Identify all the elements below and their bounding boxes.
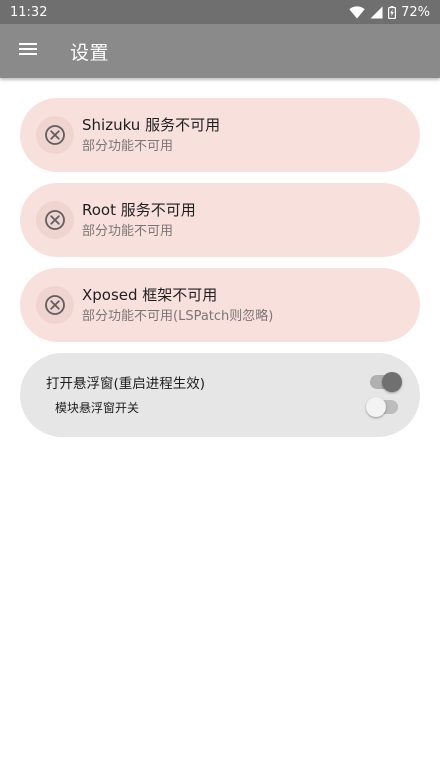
- battery-percent: 72%: [401, 4, 430, 20]
- floating-window-settings-card: 打开悬浮窗(重启进程生效) 模块悬浮窗开关: [20, 353, 420, 437]
- wifi-icon: [349, 5, 365, 19]
- status-icons: 72%: [349, 5, 430, 20]
- card-subtitle: 部分功能不可用: [82, 138, 174, 154]
- module-floating-switch[interactable]: [366, 396, 402, 418]
- card-subtitle: 部分功能不可用(LSPatch则忽略): [82, 308, 274, 324]
- error-circle-x-icon: [36, 201, 74, 239]
- menu-icon: [18, 41, 38, 61]
- module-floating-switch-row[interactable]: 模块悬浮窗开关: [55, 396, 402, 418]
- page-title: 设置: [70, 41, 110, 64]
- cell-signal-icon: [370, 6, 383, 19]
- status-bar: 11:32 72%: [0, 0, 440, 24]
- root-status-card[interactable]: Root 服务不可用 部分功能不可用: [20, 183, 420, 257]
- battery-icon: [388, 5, 397, 19]
- app-bar: 设置: [0, 24, 440, 78]
- error-circle-x-icon: [36, 286, 74, 324]
- error-circle-x-icon: [36, 116, 74, 154]
- switch-thumb: [366, 397, 386, 417]
- xposed-status-card[interactable]: Xposed 框架不可用 部分功能不可用(LSPatch则忽略): [20, 268, 420, 342]
- floating-window-row[interactable]: 打开悬浮窗(重启进程生效): [46, 370, 402, 394]
- settings-content: Shizuku 服务不可用 部分功能不可用 Root 服务不可用 部分功能不可用…: [20, 98, 420, 437]
- floating-window-label: 打开悬浮窗(重启进程生效): [46, 376, 206, 392]
- card-subtitle: 部分功能不可用: [82, 223, 174, 239]
- card-title: Shizuku 服务不可用: [82, 115, 221, 134]
- menu-button[interactable]: [0, 24, 56, 78]
- switch-thumb: [382, 372, 402, 392]
- shizuku-status-card[interactable]: Shizuku 服务不可用 部分功能不可用: [20, 98, 420, 172]
- floating-window-switch[interactable]: [366, 371, 402, 393]
- card-title: Xposed 框架不可用: [82, 285, 218, 304]
- module-floating-switch-label: 模块悬浮窗开关: [55, 400, 140, 415]
- card-title: Root 服务不可用: [82, 200, 196, 219]
- status-time: 11:32: [10, 4, 48, 20]
